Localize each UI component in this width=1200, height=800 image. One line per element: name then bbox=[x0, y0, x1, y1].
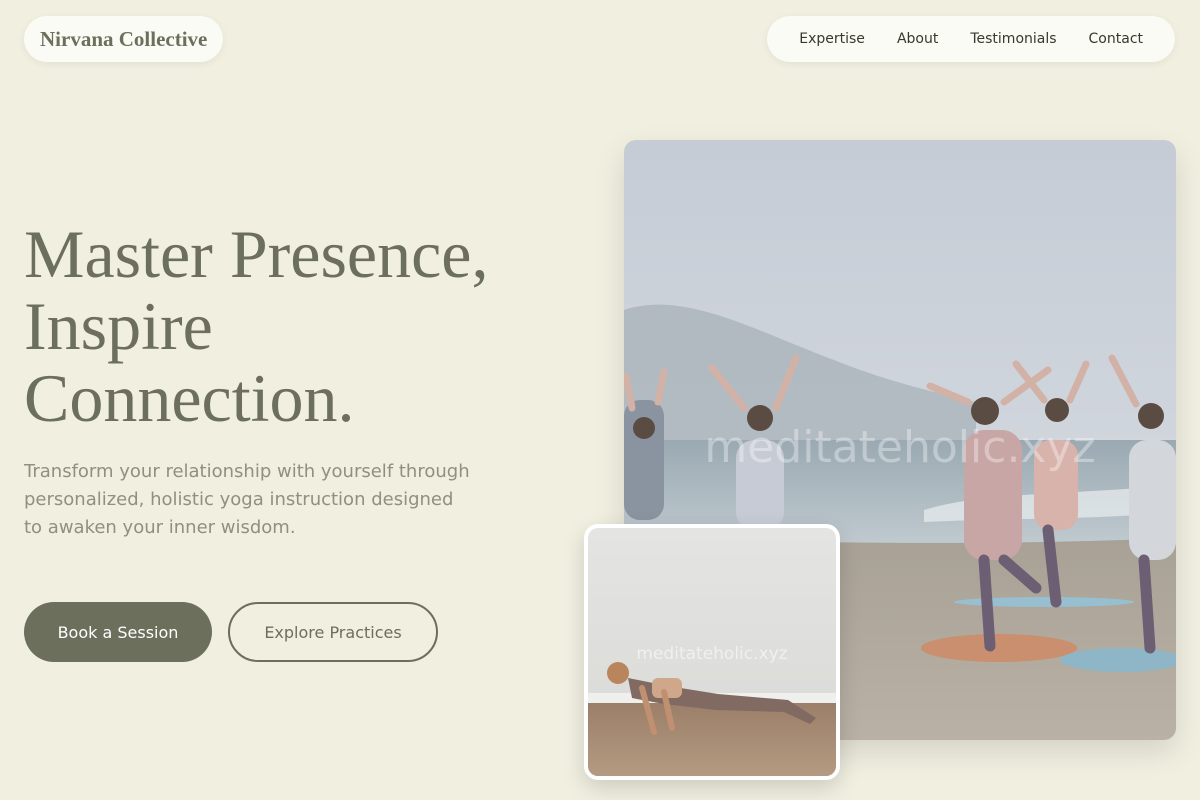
nav-link-expertise[interactable]: Expertise bbox=[783, 31, 881, 47]
explore-practices-button[interactable]: Explore Practices bbox=[228, 602, 438, 662]
headline-line-1: Master Presence, bbox=[24, 216, 489, 292]
plank-pose-photo: meditateholic.xyz bbox=[584, 524, 840, 780]
plank-pose-illustration bbox=[588, 528, 836, 776]
brand-logo[interactable]: Nirvana Collective bbox=[24, 16, 224, 62]
hero-headline: Master Presence, Inspire Connection. bbox=[24, 218, 584, 434]
headline-line-2: Inspire bbox=[24, 288, 213, 364]
main-nav: Expertise About Testimonials Contact bbox=[767, 16, 1175, 62]
hero-subtitle: Transform your relationship with yoursel… bbox=[24, 461, 470, 538]
nav-link-contact[interactable]: Contact bbox=[1073, 31, 1159, 47]
nav-link-about[interactable]: About bbox=[881, 31, 954, 47]
headline-line-3: Connection. bbox=[24, 360, 355, 436]
book-session-button[interactable]: Book a Session bbox=[24, 602, 212, 662]
nav-link-testimonials[interactable]: Testimonials bbox=[954, 31, 1072, 47]
